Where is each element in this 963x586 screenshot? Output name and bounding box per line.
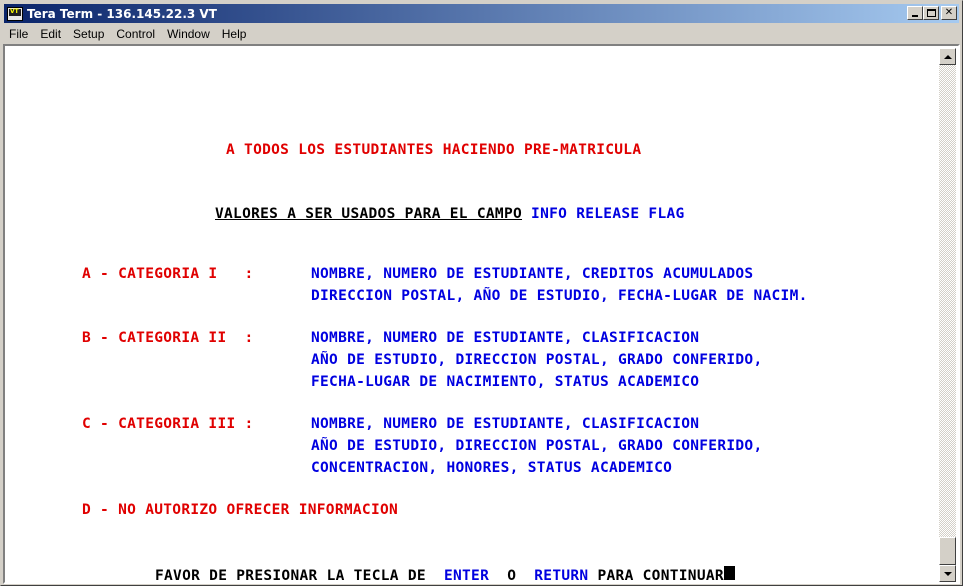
category-b-line-3: FECHA-LUGAR DE NACIMIENTO, STATUS ACADEM… xyxy=(311,374,700,390)
header-text: A TODOS LOS ESTUDIANTES HACIENDO PRE-MAT… xyxy=(226,142,642,158)
terminal-screen[interactable]: A TODOS LOS ESTUDIANTES HACIENDO PRE-MAT… xyxy=(7,48,936,580)
minimize-button[interactable] xyxy=(907,6,923,20)
vertical-scrollbar[interactable] xyxy=(939,48,956,582)
scroll-down-arrow-icon xyxy=(943,571,952,576)
teraterm-window: VT Tera Term - 136.145.22.3 VT ✕ File Ed… xyxy=(0,0,963,586)
category-b-code: B - CATEGORIA II : xyxy=(82,330,254,346)
title-bar[interactable]: VT Tera Term - 136.145.22.3 VT ✕ xyxy=(4,4,959,23)
menu-bar: File Edit Setup Control Window Help xyxy=(4,24,959,43)
menu-control[interactable]: Control xyxy=(110,25,161,43)
menu-help[interactable]: Help xyxy=(216,25,253,43)
menu-window[interactable]: Window xyxy=(161,25,216,43)
option-d: D - NO AUTORIZO OFRECER INFORMACION xyxy=(82,502,399,518)
subheader-field: INFO RELEASE FLAG xyxy=(531,206,685,222)
prompt-part-1: FAVOR DE PRESIONAR LA TECLA DE xyxy=(155,568,426,580)
text-cursor xyxy=(723,566,735,580)
prompt-return-key: RETURN xyxy=(534,568,589,580)
maximize-button[interactable] xyxy=(923,6,939,20)
menu-setup[interactable]: Setup xyxy=(67,25,110,43)
category-a-code: A - CATEGORIA I : xyxy=(82,266,254,282)
maximize-icon xyxy=(926,9,936,17)
category-a-line-1: NOMBRE, NUMERO DE ESTUDIANTE, CREDITOS A… xyxy=(311,266,754,282)
prompt-or: O xyxy=(507,568,517,580)
subheader-line: VALORES A SER USADOS PARA EL CAMPO INFO … xyxy=(215,206,685,222)
category-a-line-2: DIRECCION POSTAL, AÑO DE ESTUDIO, FECHA-… xyxy=(311,288,808,304)
category-c-code: C - CATEGORIA III : xyxy=(82,416,254,432)
minimize-icon xyxy=(912,15,918,17)
category-c-line-1: NOMBRE, NUMERO DE ESTUDIANTE, CLASIFICAC… xyxy=(311,416,700,432)
category-b-line-1: NOMBRE, NUMERO DE ESTUDIANTE, CLASIFICAC… xyxy=(311,330,700,346)
terminal-client-area: A TODOS LOS ESTUDIANTES HACIENDO PRE-MAT… xyxy=(3,44,960,584)
category-b-line-2: AÑO DE ESTUDIO, DIRECCION POSTAL, GRADO … xyxy=(311,352,763,368)
scroll-up-arrow-icon xyxy=(943,54,952,59)
subheader-underlined: VALORES A SER USADOS PARA EL CAMPO xyxy=(215,206,523,222)
scroll-up-button[interactable] xyxy=(939,48,956,65)
close-button[interactable]: ✕ xyxy=(941,6,957,20)
category-c-line-3: CONCENTRACION, HONORES, STATUS ACADEMICO xyxy=(311,460,673,476)
category-c-line-2: AÑO DE ESTUDIO, DIRECCION POSTAL, GRADO … xyxy=(311,438,763,454)
scroll-down-button[interactable] xyxy=(939,565,956,582)
menu-file[interactable]: File xyxy=(4,25,34,43)
close-icon: ✕ xyxy=(944,7,954,18)
menu-edit[interactable]: Edit xyxy=(34,25,67,43)
caption-buttons: ✕ xyxy=(907,6,957,20)
window-title: Tera Term - 136.145.22.3 VT xyxy=(27,6,217,21)
teraterm-app-icon[interactable]: VT xyxy=(7,6,23,21)
continue-prompt: FAVOR DE PRESIONAR LA TECLA DE ENTER O R… xyxy=(155,566,735,580)
scroll-thumb[interactable] xyxy=(939,537,956,565)
prompt-part-2: PARA CONTINUAR xyxy=(597,568,724,580)
prompt-enter-key: ENTER xyxy=(443,568,490,580)
